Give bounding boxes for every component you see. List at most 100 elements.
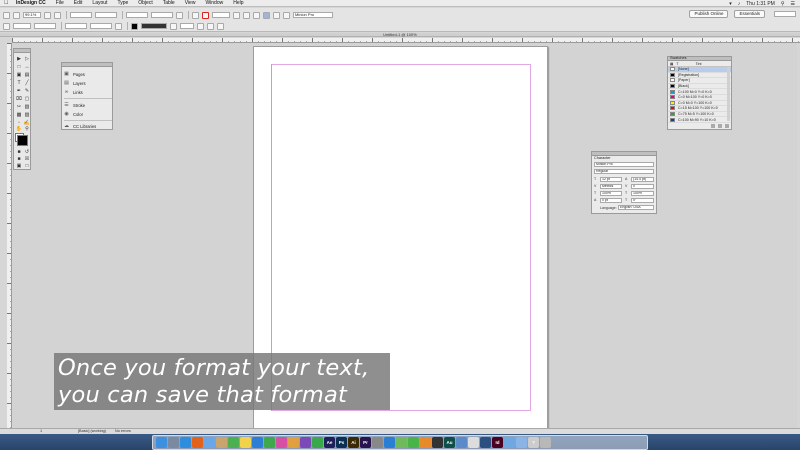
zoom-tool-icon[interactable]: ⚲ (24, 126, 30, 132)
gradient-tool-icon[interactable]: ▩ (16, 112, 22, 118)
panel-item-pages[interactable]: ▣ Pages (64, 70, 112, 78)
horizontal-scale-field[interactable]: 100% (631, 191, 654, 196)
rectangle-frame-tool-icon[interactable]: ⌧ (16, 96, 22, 102)
vertical-scale-field[interactable]: 100% (600, 191, 622, 196)
fill-icon[interactable] (192, 11, 199, 19)
menu-app-name[interactable]: InDesign CC (16, 0, 46, 6)
dock-ibooks-icon[interactable] (420, 437, 431, 448)
dock-safari-icon[interactable] (180, 437, 191, 448)
panel-dock-header[interactable] (62, 63, 112, 67)
normal-view-icon[interactable]: ▣ (16, 163, 22, 169)
w-field[interactable] (95, 12, 117, 18)
new-swatch-icon[interactable] (718, 124, 722, 128)
dock-launchpad-icon[interactable] (168, 437, 179, 448)
dock-after-effects-icon[interactable]: Ae (324, 437, 335, 448)
apply-none-icon[interactable]: ☒ (24, 156, 30, 162)
pencil-tool-icon[interactable]: ✎ (24, 88, 30, 94)
kerning-field[interactable]: Metrics (600, 184, 622, 189)
drop-shadow-icon[interactable] (197, 22, 204, 30)
shear-field[interactable] (90, 23, 112, 29)
rectangle-tool-icon[interactable]: ▢ (24, 96, 30, 102)
free-transform-tool-icon[interactable]: ▧ (24, 104, 30, 110)
content-placer-icon[interactable]: ▤ (24, 72, 30, 78)
h-field[interactable] (34, 23, 56, 29)
leading-field[interactable]: (14.4 pt) (631, 177, 654, 182)
stroke-swatch-icon[interactable] (202, 11, 209, 19)
baseline-shift-field[interactable]: 0 pt (600, 198, 622, 203)
font-family-dropdown[interactable]: Minion Pro (594, 162, 654, 167)
dock-photos-icon[interactable] (288, 437, 299, 448)
apple-icon[interactable]:  (4, 0, 10, 6)
apply-color-icon[interactable]: ■ (16, 156, 22, 162)
dock-terminal-icon[interactable] (432, 437, 443, 448)
hand-tool-icon[interactable]: ✋ (16, 126, 22, 132)
pen-tool-icon[interactable]: ✒ (16, 88, 22, 94)
opacity-icon[interactable] (170, 22, 177, 30)
wifi-icon[interactable]: ▾ (729, 1, 732, 7)
screen-mode-icon[interactable] (54, 11, 61, 19)
dock-premiere-icon[interactable]: Pr (360, 437, 371, 448)
dock-messages-icon[interactable] (408, 437, 419, 448)
formatting-container-icon[interactable]: ■ (16, 149, 22, 155)
preflight-profile[interactable]: [Basic] (working) (78, 429, 106, 433)
volume-icon[interactable]: ♪ (738, 1, 741, 7)
menu-table[interactable]: Table (163, 0, 175, 6)
font-style-dropdown[interactable]: Regular (594, 169, 654, 174)
swap-colors-icon[interactable]: ↺ (24, 149, 30, 155)
content-collector-icon[interactable]: ▣ (16, 72, 22, 78)
gradient-feather-tool-icon[interactable]: ▨ (24, 112, 30, 118)
selection-reference-icon[interactable] (3, 22, 10, 30)
dock-finder-icon[interactable] (156, 437, 167, 448)
menu-help[interactable]: Help (233, 0, 243, 6)
dock-maps-icon[interactable] (396, 437, 407, 448)
dock-photoshop-icon[interactable]: Ps (336, 437, 347, 448)
dock-documents-icon[interactable] (516, 437, 527, 448)
text-frame-options-icon[interactable] (207, 22, 214, 30)
font-family-field[interactable]: Minion Pro (293, 12, 333, 18)
menu-file[interactable]: File (56, 0, 64, 6)
align-icon[interactable] (243, 11, 250, 19)
menu-layout[interactable]: Layout (92, 0, 107, 6)
swatches-scrollbar[interactable] (727, 67, 730, 121)
x-field[interactable] (70, 12, 92, 18)
panel-item-links[interactable]: ∞ Links (64, 88, 112, 96)
scissors-tool-icon[interactable]: ✂ (16, 104, 22, 110)
opacity-field[interactable] (180, 23, 194, 29)
bridge-icon[interactable] (13, 11, 20, 19)
menu-edit[interactable]: Edit (74, 0, 83, 6)
dock-contacts-icon[interactable] (216, 437, 227, 448)
swatches-tab[interactable]: Swatches (670, 56, 686, 60)
columns-icon[interactable] (217, 22, 224, 30)
menu-view[interactable]: View (185, 0, 196, 6)
line-tool-icon[interactable]: ╱ (24, 80, 30, 86)
dock-keynote-icon[interactable] (252, 437, 263, 448)
document-tab[interactable]: Untitled-1 @ 100% (0, 32, 800, 37)
type-tool-icon[interactable]: T (16, 80, 22, 86)
text-formatting-icon[interactable]: T (676, 62, 678, 66)
stroke-swatch[interactable] (17, 135, 28, 146)
clock[interactable]: Thu 1:31 PM (746, 1, 775, 7)
gap-tool-icon[interactable]: ↔ (24, 64, 30, 70)
dock-help-icon[interactable]: ? (528, 437, 539, 448)
dock-preview-icon[interactable] (456, 437, 467, 448)
search-input[interactable] (774, 11, 796, 17)
preview-mode-icon[interactable]: □ (24, 163, 30, 169)
dock-numbers-icon[interactable] (264, 437, 275, 448)
panel-item-stroke[interactable]: ☰ Stroke (64, 101, 112, 109)
panel-item-cc-libraries[interactable]: ☁ CC Libraries (64, 122, 112, 130)
dock-illustrator-icon[interactable]: Ai (348, 437, 359, 448)
dock-facetime-icon[interactable] (312, 437, 323, 448)
notification-center-icon[interactable]: ☰ (791, 1, 795, 7)
dock-quicktime-icon[interactable] (480, 437, 491, 448)
new-color-group-icon[interactable] (711, 124, 715, 128)
font-size-field[interactable]: 12 pt (600, 177, 622, 182)
dock-chrome-icon[interactable] (228, 437, 239, 448)
effects-icon[interactable] (273, 11, 280, 19)
scale-y-field[interactable] (65, 23, 87, 29)
selection-tool-icon[interactable]: ▶ (16, 56, 22, 62)
dock-itunes-icon[interactable] (276, 437, 287, 448)
tracking-field[interactable]: 0 (631, 184, 654, 189)
character-panel-title[interactable]: Character (594, 156, 611, 160)
spotlight-icon[interactable]: ⚲ (781, 1, 785, 7)
menu-window[interactable]: Window (205, 0, 223, 6)
